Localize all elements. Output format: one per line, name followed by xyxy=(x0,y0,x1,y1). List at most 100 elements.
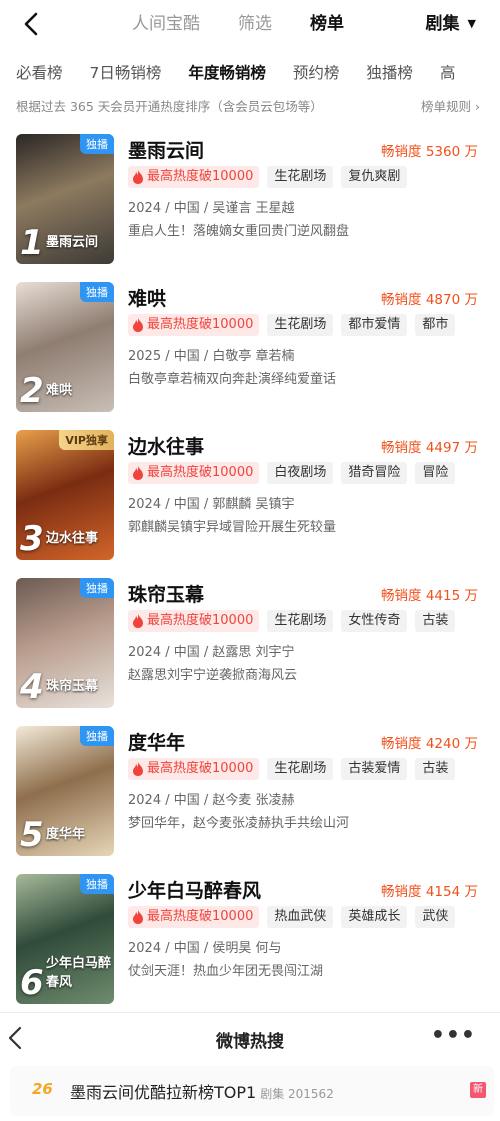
genre-tag[interactable]: 热血武侠 xyxy=(267,906,334,928)
heat-text: 最高热度破10000 xyxy=(147,761,254,776)
genre-tag[interactable]: 猎奇冒险 xyxy=(341,462,408,484)
subtab-annual-sales[interactable]: 年度畅销榜 xyxy=(188,60,266,86)
poster-title: 少年白马醉春风 xyxy=(46,956,112,990)
genre-tag[interactable]: 古装爱情 xyxy=(341,758,408,780)
exclusive-badge: 独播 xyxy=(80,134,114,154)
heat-text: 最高热度破10000 xyxy=(147,465,254,480)
poster-title: 珠帘玉幕 xyxy=(46,679,99,694)
poster-title: 墨雨云间 xyxy=(46,235,99,250)
hot-search-text: 墨雨云间优酷拉新榜TOP1 剧集 201562 xyxy=(70,1079,334,1103)
ranking-item[interactable]: VIP独享 3 边水往事 边水往事 畅销度 4497 万 最高热度破10000 … xyxy=(16,430,486,560)
genre-tag[interactable]: 白夜剧场 xyxy=(267,462,334,484)
genre-tag[interactable]: 古装 xyxy=(415,610,456,632)
weibo-hot-search-item[interactable]: 26 墨雨云间优酷拉新榜TOP1 剧集 201562 新 xyxy=(10,1066,494,1116)
genre-tag[interactable]: 复仇爽剧 xyxy=(341,166,408,188)
tag-row: 最高热度破10000 生花剧场 复仇爽剧 xyxy=(128,166,415,188)
exclusive-badge: 独播 xyxy=(80,578,114,598)
rank-number: 6 xyxy=(20,963,44,1003)
sales-score: 畅销度 4154 万 xyxy=(381,884,478,900)
genre-tag[interactable]: 古装 xyxy=(415,758,456,780)
genre-tag[interactable]: 生花剧场 xyxy=(267,166,334,188)
show-title[interactable]: 少年白马醉春风 xyxy=(128,876,261,903)
flame-icon xyxy=(133,614,143,628)
show-title[interactable]: 度华年 xyxy=(128,728,185,755)
tag-row: 最高热度破10000 白夜剧场 猎奇冒险 冒险 xyxy=(128,462,463,484)
show-description: 郭麒麟吴镇宇异域冒险开展生死较量 xyxy=(128,520,337,535)
hot-search-rank: 26 xyxy=(32,1080,53,1098)
show-title[interactable]: 难哄 xyxy=(128,284,166,311)
subtab-7day-sales[interactable]: 7日畅销榜 xyxy=(90,60,162,86)
genre-label: 剧集 xyxy=(425,14,460,34)
genre-tag[interactable]: 生花剧场 xyxy=(267,758,334,780)
sales-score: 畅销度 5360 万 xyxy=(381,144,478,160)
show-title[interactable]: 边水往事 xyxy=(128,432,204,459)
genre-dropdown[interactable]: 剧集 ▼ xyxy=(426,12,476,36)
genre-tag[interactable]: 女性传奇 xyxy=(341,610,408,632)
poster-image[interactable]: 独播 1 墨雨云间 xyxy=(16,134,114,264)
rank-number: 3 xyxy=(20,519,44,559)
hot-search-title: 墨雨云间优酷拉新榜TOP1 xyxy=(70,1083,257,1102)
poster-image[interactable]: 独播 5 度华年 xyxy=(16,726,114,856)
weibo-title: 微博热搜 xyxy=(216,1032,284,1052)
exclusive-badge: 独播 xyxy=(80,874,114,894)
heat-badge: 最高热度破10000 xyxy=(128,166,260,188)
poster-image[interactable]: 独播 2 难哄 xyxy=(16,282,114,412)
ranking-item[interactable]: 独播 1 墨雨云间 墨雨云间 畅销度 5360 万 最高热度破10000 生花剧… xyxy=(16,134,486,264)
tab-discover[interactable]: 人间宝酷 xyxy=(132,12,200,36)
flame-icon xyxy=(133,762,143,776)
tab-filter[interactable]: 筛选 xyxy=(238,12,272,36)
genre-tag[interactable]: 都市爱情 xyxy=(341,314,408,336)
sales-score: 畅销度 4870 万 xyxy=(381,292,478,308)
show-title[interactable]: 墨雨云间 xyxy=(128,136,204,163)
rank-number: 4 xyxy=(20,667,44,707)
show-title[interactable]: 珠帘玉幕 xyxy=(128,580,204,607)
tab-rankings[interactable]: 榜单 xyxy=(310,12,344,36)
subtab-more[interactable]: 高 xyxy=(440,60,456,86)
rank-number: 1 xyxy=(20,223,44,263)
tag-row: 最高热度破10000 生花剧场 古装爱情 古装 xyxy=(128,758,463,780)
back-button[interactable] xyxy=(18,10,46,38)
tag-row: 最高热度破10000 生花剧场 都市爱情 都市 xyxy=(128,314,463,336)
genre-tag[interactable]: 生花剧场 xyxy=(267,314,334,336)
flame-icon xyxy=(133,910,143,924)
heat-badge: 最高热度破10000 xyxy=(128,758,260,780)
ranking-item[interactable]: 独播 5 度华年 度华年 畅销度 4240 万 最高热度破10000 生花剧场古… xyxy=(16,726,486,856)
heat-text: 最高热度破10000 xyxy=(147,613,254,628)
ranking-item[interactable]: 独播 2 难哄 难哄 畅销度 4870 万 最高热度破10000 生花剧场 都市爱… xyxy=(16,282,486,412)
genre-tag[interactable]: 生花剧场 xyxy=(267,610,334,632)
more-options-button[interactable]: ••• xyxy=(431,1023,476,1048)
show-meta: 2025 / 中国 / 白敬亭 章若楠 xyxy=(128,349,295,364)
heat-text: 最高热度破10000 xyxy=(147,909,254,924)
top-nav: 人间宝酷 筛选 榜单 剧集 ▼ xyxy=(0,0,500,48)
poster-title: 难哄 xyxy=(46,383,73,398)
genre-tag[interactable]: 武侠 xyxy=(415,906,456,928)
ranking-item[interactable]: 独播 6 少年白马醉春风 少年白马醉春风 畅销度 4154 万 最高热度破100… xyxy=(16,874,486,1004)
show-meta: 2024 / 中国 / 赵露思 刘宇宁 xyxy=(128,645,295,660)
genre-tag[interactable]: 冒险 xyxy=(415,462,456,484)
rank-number: 5 xyxy=(20,815,44,855)
poster-image[interactable]: VIP独享 3 边水往事 xyxy=(16,430,114,560)
sales-score: 畅销度 4415 万 xyxy=(381,588,478,604)
genre-tag[interactable]: 英雄成长 xyxy=(341,906,408,928)
flame-icon xyxy=(133,318,143,332)
rank-number: 2 xyxy=(20,371,44,411)
ranking-description: 根据过去 365 天会员开通热度排序（含会员云包场等） xyxy=(16,99,323,114)
show-description: 梦回华年，赵今麦张凌赫执手共绘山河 xyxy=(128,816,350,831)
heat-badge: 最高热度破10000 xyxy=(128,462,260,484)
genre-tag[interactable]: 都市 xyxy=(415,314,456,336)
poster-title: 边水往事 xyxy=(46,531,99,546)
subtab-exclusive[interactable]: 独播榜 xyxy=(366,60,413,86)
caret-down-icon: ▼ xyxy=(467,17,476,30)
ranking-item[interactable]: 独播 4 珠帘玉幕 珠帘玉幕 畅销度 4415 万 最高热度破10000 生花剧… xyxy=(16,578,486,708)
subtab-reservation[interactable]: 预约榜 xyxy=(293,60,340,86)
poster-image[interactable]: 独播 6 少年白马醉春风 xyxy=(16,874,114,1004)
poster-image[interactable]: 独播 4 珠帘玉幕 xyxy=(16,578,114,708)
show-description: 白敬亭章若楠双向奔赴演绎纯爱童话 xyxy=(128,372,337,387)
show-meta: 2024 / 中国 / 赵今麦 张凌赫 xyxy=(128,793,295,808)
show-meta: 2024 / 中国 / 郭麒麟 吴镇宇 xyxy=(128,497,295,512)
subtab-must-watch[interactable]: 必看榜 xyxy=(16,60,63,86)
ranking-rules-link[interactable]: 榜单规则 › xyxy=(421,96,480,115)
chevron-left-icon xyxy=(24,12,38,36)
sales-score: 畅销度 4497 万 xyxy=(381,440,478,456)
flame-icon xyxy=(133,466,143,480)
